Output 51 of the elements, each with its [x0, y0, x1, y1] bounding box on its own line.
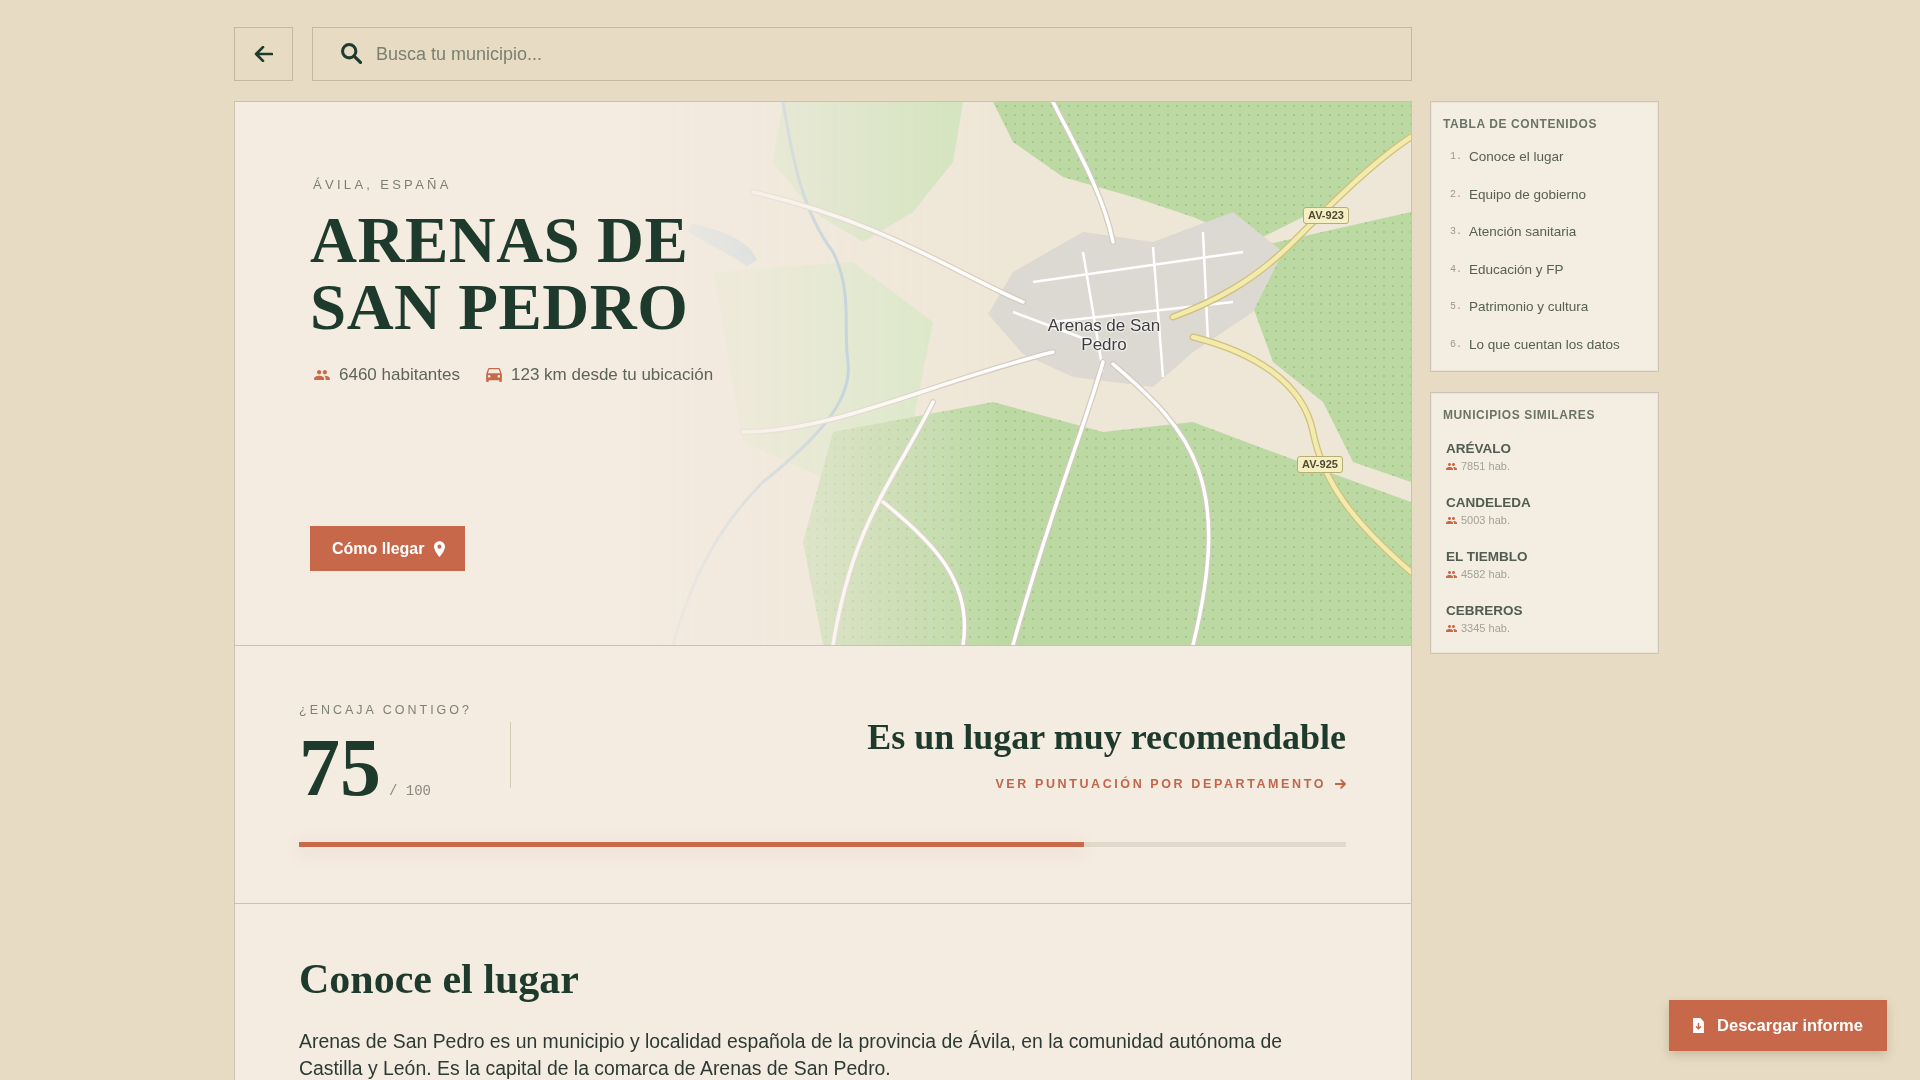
back-button[interactable] [234, 27, 293, 81]
directions-button[interactable]: Cómo llegar [310, 526, 466, 571]
section-heading: Conoce el lugar [299, 955, 580, 1004]
toc-link[interactable]: Educación y FP [1469, 261, 1564, 277]
population-text: 7851 hab. [1461, 459, 1510, 473]
region-label: ÁVILA, ESPAÑA [312, 177, 452, 193]
car-icon [486, 368, 502, 382]
population-text: 5003 hab. [1461, 513, 1510, 527]
list-number: 6. [1450, 338, 1463, 350]
document-icon [1693, 1018, 1705, 1033]
map-pin-icon [434, 540, 446, 557]
search-field[interactable]: Busca tu municipio... [312, 27, 1412, 81]
intro-paragraph: Arenas de San Pedro es un municipio y localidad española de la provincia de Ávila, en la comunidad autónoma de Castilla y León. Es la capital de la comarca de Arenas de San Pedro. [299, 1029, 1284, 1080]
score-value: 75 [299, 732, 381, 804]
population-text: 3345 hab. [1461, 621, 1510, 635]
toc-link[interactable]: Atención sanitaria [1469, 224, 1577, 240]
stat-text: 6460 habitantes [339, 365, 460, 385]
arrow-left-icon [254, 46, 273, 62]
score-max-text: / 100 [389, 783, 431, 799]
town-link[interactable]: ARÉVALO [1446, 440, 1511, 457]
panel-title: MUNICIPIOS SIMILARES [1443, 408, 1596, 423]
road-label: AV-923 [1303, 207, 1349, 224]
place-label: Arenas de San Pedro [1046, 316, 1162, 354]
arrow-right-icon [1335, 779, 1346, 789]
verdict-heading: Es un lugar muy recomendable [867, 716, 1346, 759]
toc-link[interactable]: Equipo de gobierno [1469, 186, 1587, 202]
stat-text: 123 km desde tu ubicación [511, 365, 714, 385]
toc-link[interactable]: Lo que cuentan los datos [1469, 336, 1620, 352]
list-number: 5. [1450, 301, 1463, 313]
toc-link[interactable]: Conoce el lugar [1469, 149, 1564, 165]
people-icon [1446, 516, 1457, 524]
list-number: 4. [1450, 263, 1463, 275]
people-icon [314, 370, 330, 380]
town-link[interactable]: CEBREROS [1446, 602, 1523, 619]
population-text: 4582 hab. [1461, 567, 1510, 581]
list-number: 3. [1450, 226, 1463, 238]
people-icon [1446, 624, 1457, 632]
panel-title: TABLA DE CONTENIDOS [1443, 117, 1599, 132]
town-link[interactable]: CANDELEDA [1446, 494, 1531, 511]
people-icon [1446, 570, 1457, 578]
department-score-link[interactable]: VER PUNTUACIÓN POR DEPARTAMENTO [995, 776, 1346, 792]
search-icon [341, 43, 362, 64]
list-number: 1. [1450, 151, 1463, 163]
town-title: ARENAS DE SAN PEDRO [310, 207, 690, 341]
toc-link[interactable]: Patrimonio y cultura [1469, 299, 1589, 315]
download-report-button[interactable]: Descargar informe [1669, 1000, 1887, 1051]
town-link[interactable]: EL TIEMBLO [1446, 548, 1528, 565]
list-number: 2. [1450, 188, 1463, 200]
score-label: ¿ENCAJA CONTIGO? [299, 702, 473, 718]
people-icon [1446, 462, 1457, 470]
road-label: AV-925 [1297, 456, 1343, 473]
